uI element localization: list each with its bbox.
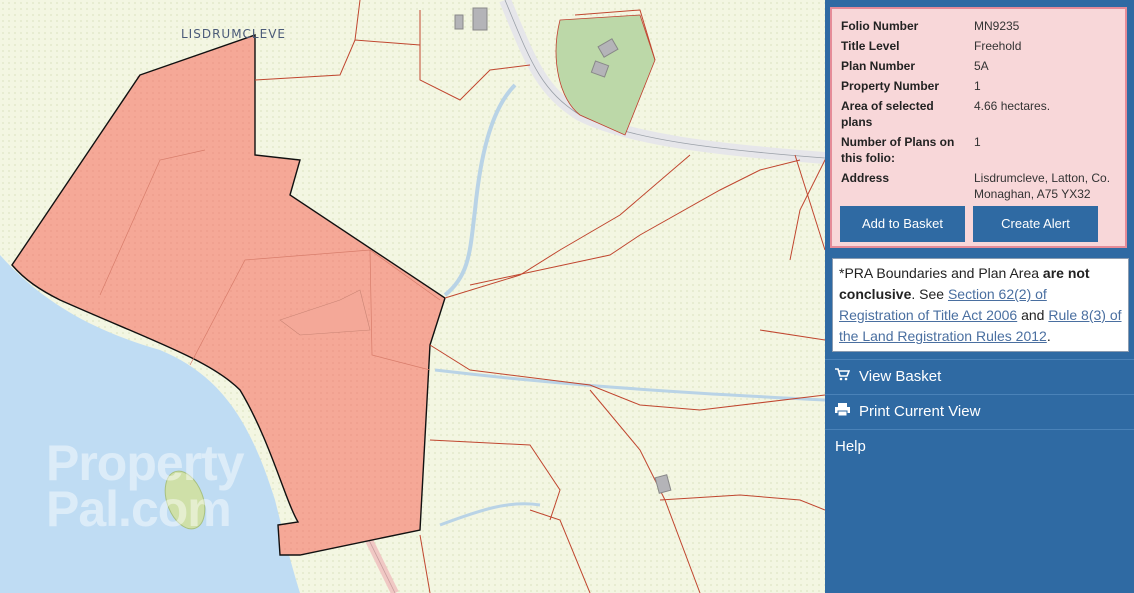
info-key: Plan Number (841, 59, 916, 73)
side-panel: Folio Number MN9235 Title Level Freehold… (825, 0, 1134, 593)
disclaimer-notice: *PRA Boundaries and Plan Area are not co… (832, 258, 1129, 352)
info-value: 1 (974, 79, 981, 93)
map-view[interactable]: LISDRUMCLEVE Property Pal.com (0, 0, 825, 593)
info-value: Freehold (974, 39, 1022, 53)
info-key: Area of selected plans (841, 99, 934, 129)
create-alert-button[interactable]: Create Alert (973, 206, 1098, 242)
print-view-label: Print Current View (859, 403, 981, 420)
notice-mid: . See (911, 286, 948, 302)
info-value: Lisdrumcleve, Latton, Co. Monaghan, A75 … (974, 171, 1111, 201)
info-key: Folio Number (841, 19, 919, 33)
info-key: Property Number (841, 79, 940, 93)
help-label: Help (835, 438, 866, 455)
info-key: Title Level (841, 39, 900, 53)
folio-info-box: Folio Number MN9235 Title Level Freehold… (830, 7, 1127, 248)
info-value: 5A (974, 59, 989, 73)
shopping-cart-icon (835, 360, 853, 394)
notice-prefix: *PRA Boundaries and Plan Area (839, 265, 1043, 281)
info-value: MN9235 (974, 19, 1020, 33)
watermark-logo: Property Pal.com (46, 435, 245, 537)
help-menu-item[interactable]: Help (825, 430, 1134, 464)
info-key: Number of Plans on this folio: (841, 135, 955, 165)
info-value: 4.66 hectares. (974, 99, 1051, 113)
notice-end: . (1046, 328, 1051, 344)
add-to-basket-button[interactable]: Add to Basket (840, 206, 965, 242)
view-basket-label: View Basket (859, 368, 942, 385)
view-basket-menu-item[interactable]: View Basket (825, 360, 1134, 394)
watermark-line1: Property (46, 435, 245, 491)
info-key: Address (841, 171, 890, 185)
print-view-menu-item[interactable]: Print Current View (825, 395, 1134, 429)
place-label: LISDRUMCLEVE (181, 27, 286, 41)
printer-icon (835, 395, 853, 429)
watermark-line2: Pal.com (46, 481, 232, 537)
info-value: 1 (974, 135, 981, 149)
notice-and: and (1017, 307, 1049, 323)
